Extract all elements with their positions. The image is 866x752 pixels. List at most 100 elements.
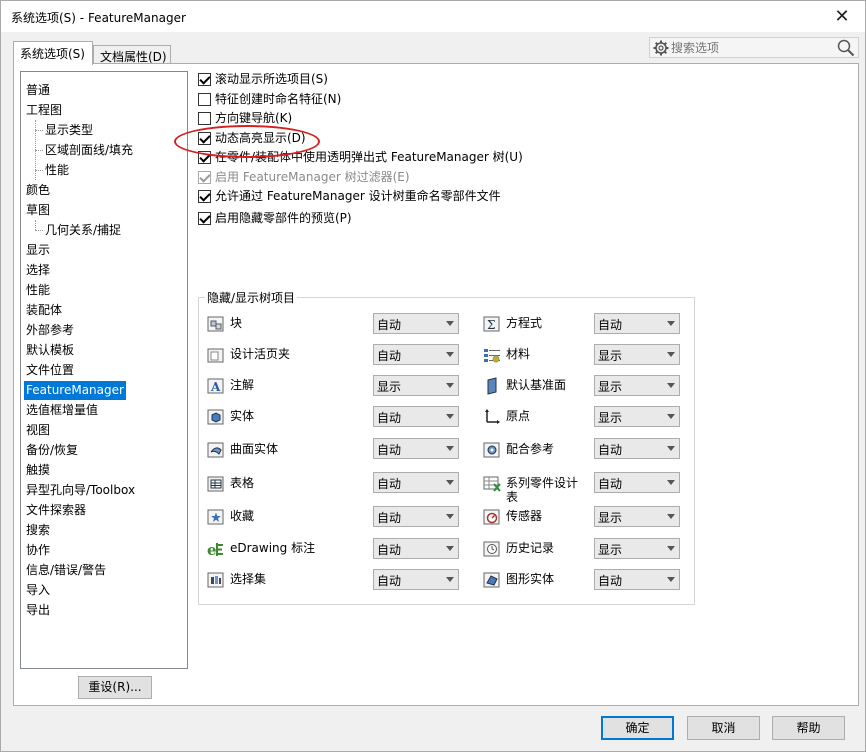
help-button[interactable]: 帮助 — [772, 716, 845, 740]
close-button[interactable]: ✕ — [819, 1, 865, 32]
visibility-select-blocks[interactable]: 自动 — [373, 313, 459, 334]
tree-item-sketch[interactable]: 草图 — [26, 201, 50, 220]
tree-item-collaboration[interactable]: 协作 — [26, 541, 50, 560]
tree-item-label: 系列零件设计表 — [506, 476, 579, 504]
visibility-select-material[interactable]: 显示 — [594, 344, 680, 365]
tree-item-messages-errors-warnings[interactable]: 信息/错误/警告 — [26, 561, 106, 580]
search-icon[interactable] — [837, 39, 855, 57]
chevron-down-icon — [667, 480, 675, 485]
checkbox-checked[interactable] — [198, 212, 211, 225]
visibility-select-mate-references[interactable]: 自动 — [594, 438, 680, 459]
tree-item-label: 方程式 — [506, 316, 543, 330]
visibility-select-sensors[interactable]: 显示 — [594, 506, 680, 527]
tree-item-label: 原点 — [506, 409, 531, 423]
visibility-select-favorites[interactable]: 自动 — [373, 506, 459, 527]
select-value: 显示 — [598, 411, 623, 425]
options-tree[interactable]: 普通 工程图 显示类型 区域剖面线/填充 性能 颜色 草图 几何关系/捕捉 显示… — [20, 71, 188, 669]
checkbox-checked-disabled — [198, 171, 211, 184]
cancel-button[interactable]: 取消 — [687, 716, 760, 740]
tree-item-display[interactable]: 显示 — [26, 241, 50, 260]
select-value: 显示 — [598, 511, 623, 525]
tree-item-area-hatch[interactable]: 区域剖面线/填充 — [45, 141, 133, 160]
chevron-down-icon — [446, 383, 454, 388]
visibility-select-annotations[interactable]: 显示 — [373, 375, 459, 396]
tree-item-touch[interactable]: 触摸 — [26, 461, 50, 480]
tree-item-file-locations[interactable]: 文件位置 — [26, 361, 74, 380]
tree-item-backup-recover[interactable]: 备份/恢复 — [26, 441, 78, 460]
tree-item-label: 图形实体 — [506, 572, 555, 586]
select-value: 自动 — [598, 574, 623, 588]
chevron-down-icon — [446, 414, 454, 419]
visibility-select-design-binder[interactable]: 自动 — [373, 344, 459, 365]
tree-item-view[interactable]: 视图 — [26, 421, 50, 440]
tree-item-label: 选择集 — [230, 572, 267, 586]
visibility-select-origin[interactable]: 显示 — [594, 406, 680, 427]
option-label: 动态高亮显示(D) — [215, 131, 306, 145]
tree-item-colors[interactable]: 颜色 — [26, 181, 50, 200]
option-label: 允许通过 FeatureManager 设计树重命名零部件文件 — [215, 189, 501, 203]
visibility-select-history[interactable]: 显示 — [594, 538, 680, 559]
tree-item-import[interactable]: 导入 — [26, 581, 50, 600]
gear-icon[interactable] — [653, 40, 669, 56]
tree-item-assemblies[interactable]: 装配体 — [26, 301, 62, 320]
visibility-select-solid-bodies[interactable]: 自动 — [373, 406, 459, 427]
visibility-select-equations[interactable]: 自动 — [594, 313, 680, 334]
ok-button[interactable]: 确定 — [601, 716, 674, 740]
edrawing-markup-icon: e — [207, 541, 223, 558]
tree-item-label: 配合参考 — [506, 442, 555, 456]
chevron-down-icon — [446, 546, 454, 551]
svg-text:Σ: Σ — [487, 318, 495, 332]
tree-item-file-explorer[interactable]: 文件探索器 — [26, 501, 86, 520]
tab-system-options[interactable]: 系统选项(S) — [13, 41, 93, 65]
visibility-select-tables[interactable]: 自动 — [373, 472, 459, 493]
tree-connector — [35, 150, 43, 151]
visibility-select-design-table[interactable]: 自动 — [594, 472, 680, 493]
chevron-down-icon — [667, 414, 675, 419]
chevron-down-icon — [446, 446, 454, 451]
tree-item-label: 收藏 — [230, 509, 255, 523]
tree-item-spin-box-increments[interactable]: 选值框增量值 — [26, 401, 98, 420]
tree-item-display-style[interactable]: 显示类型 — [45, 121, 93, 140]
search-input[interactable] — [671, 39, 831, 56]
tree-item-label: 注解 — [230, 378, 255, 392]
design-binder-icon — [207, 348, 224, 363]
svg-text:A: A — [210, 380, 221, 394]
tree-item-drawing-performance[interactable]: 性能 — [45, 161, 69, 180]
option-label: 启用 FeatureManager 树过滤器(E) — [215, 170, 410, 184]
system-options-dialog: 系统选项(S) - FeatureManager ✕ 系统选项(S) 文档属性(… — [0, 0, 866, 752]
checkbox-unchecked[interactable] — [198, 93, 211, 106]
tab-document-properties[interactable]: 文档属性(D) — [93, 45, 171, 64]
reset-button[interactable]: 重设(R)... — [78, 676, 152, 699]
visibility-select-surface-bodies[interactable]: 自动 — [373, 438, 459, 459]
visibility-select-default-planes[interactable]: 显示 — [594, 375, 680, 396]
checkbox-unchecked[interactable] — [198, 112, 211, 125]
checkbox-checked[interactable] — [198, 132, 211, 145]
tree-item-featuremanager[interactable]: FeatureManager — [24, 381, 126, 400]
visibility-select-edrawing-markup[interactable]: 自动 — [373, 538, 459, 559]
tree-item-search[interactable]: 搜索 — [26, 521, 50, 540]
tree-item-hole-wizard-toolbox[interactable]: 异型孔向导/Toolbox — [26, 481, 135, 500]
tree-connector — [35, 220, 36, 230]
visibility-select-graphics-bodies[interactable]: 自动 — [594, 569, 680, 590]
tree-item-external-references[interactable]: 外部参考 — [26, 321, 74, 340]
tree-item-relations-snaps[interactable]: 几何关系/捕捉 — [45, 221, 121, 240]
search-box[interactable] — [649, 37, 859, 58]
mate-reference-icon — [483, 442, 500, 458]
chevron-down-icon — [446, 321, 454, 326]
visibility-select-selection-sets[interactable]: 自动 — [373, 569, 459, 590]
checkbox-checked[interactable] — [198, 73, 211, 86]
tree-item-export[interactable]: 导出 — [26, 601, 50, 620]
tree-item-label: 表格 — [230, 476, 255, 490]
tree-item-general[interactable]: 普通 — [26, 81, 50, 100]
chevron-down-icon — [446, 577, 454, 582]
surface-body-icon — [207, 442, 224, 458]
tree-item-performance[interactable]: 性能 — [26, 281, 50, 300]
checkbox-checked[interactable] — [198, 151, 211, 164]
tree-item-drawings[interactable]: 工程图 — [26, 101, 62, 120]
tree-item-default-templates[interactable]: 默认模板 — [26, 341, 74, 360]
tree-item-selection[interactable]: 选择 — [26, 261, 50, 280]
select-value: 自动 — [377, 349, 402, 363]
checkbox-checked[interactable] — [198, 190, 211, 203]
select-value: 自动 — [377, 411, 402, 425]
chevron-down-icon — [446, 352, 454, 357]
